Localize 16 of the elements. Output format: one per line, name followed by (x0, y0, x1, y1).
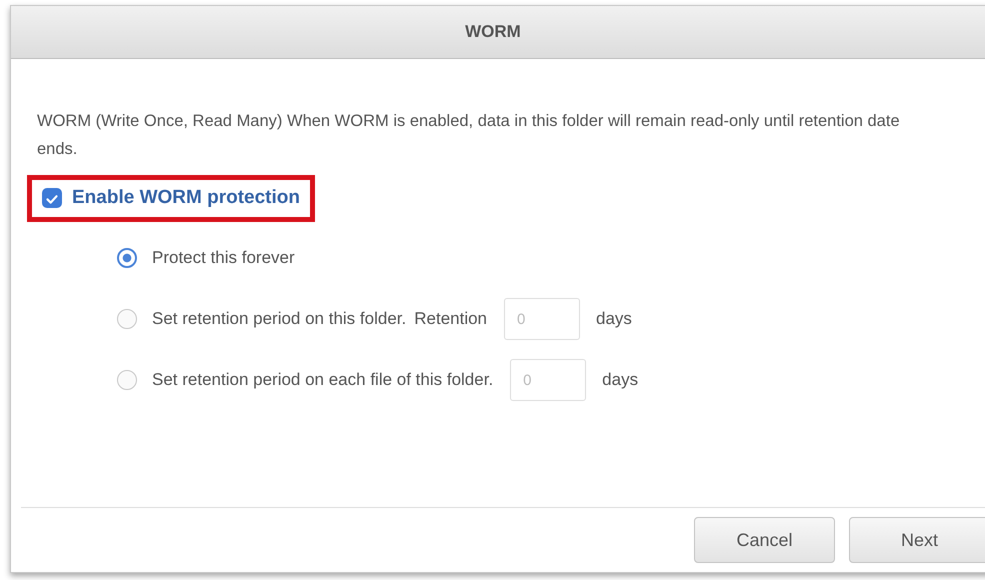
option-label: Set retention period on this folder. (152, 309, 406, 329)
retention-label: Retention (414, 309, 488, 329)
days-field[interactable]: 0 (504, 298, 580, 340)
option-label: Protect this forever (152, 248, 295, 268)
option-label: Set retention period on each file of this folder. (152, 370, 494, 390)
radio-button[interactable] (117, 309, 137, 329)
checkbox-icon[interactable] (42, 188, 62, 208)
unit-label: days (602, 370, 638, 390)
days-field[interactable]: 0 (510, 359, 586, 401)
next-button[interactable]: Next (849, 517, 985, 563)
dialog-title: WORM (465, 22, 521, 42)
radio-button[interactable] (117, 248, 137, 268)
unit-label: days (596, 309, 632, 329)
cancel-button[interactable]: Cancel (694, 517, 835, 563)
description-text: WORM (Write Once, Read Many) When WORM is enabled, data in this folder will remain read-only until retention date ends. (37, 111, 901, 160)
radio-button[interactable] (117, 370, 137, 390)
